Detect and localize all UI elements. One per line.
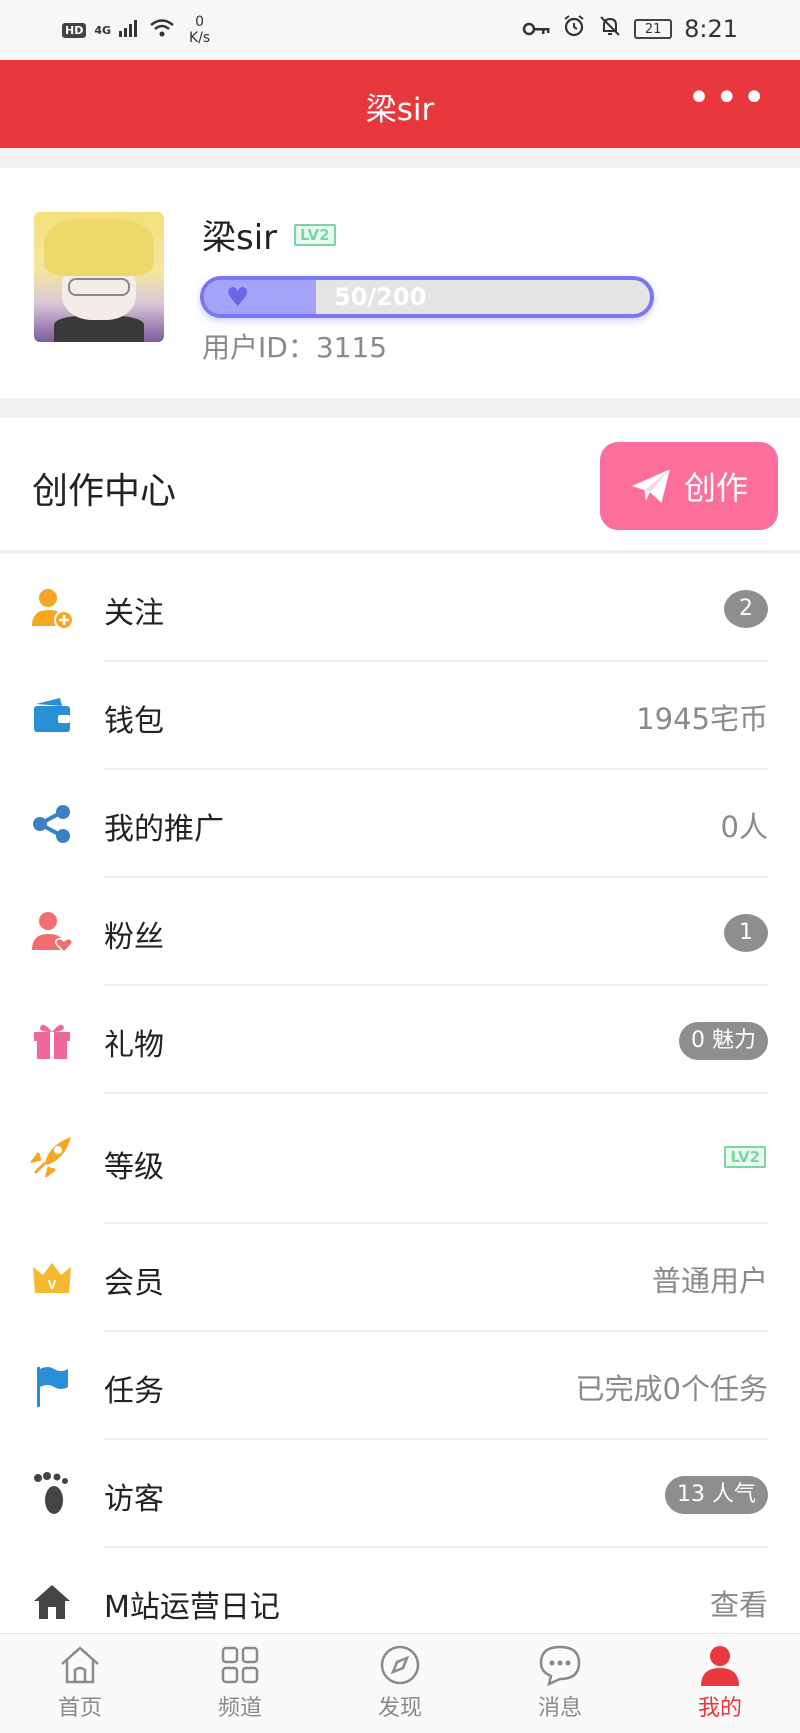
- tab-mine[interactable]: 我的: [640, 1634, 800, 1733]
- compass-icon: [380, 1645, 420, 1685]
- tab-label: 频道: [217, 1696, 262, 1721]
- app-header: 梁sir •••: [0, 60, 800, 148]
- experience-bar: ♥ 50/200: [200, 276, 654, 318]
- net-speed: 0 K/s: [189, 14, 210, 46]
- follow-count-badge: 2: [724, 590, 768, 628]
- tab-label: 我的: [697, 1696, 742, 1721]
- menu-item-label: 访客: [104, 1482, 164, 1517]
- tab-discover[interactable]: 发现: [320, 1634, 480, 1733]
- menu-item-level[interactable]: 等级 LV2: [0, 1094, 800, 1224]
- avatar-glasses-shape: [68, 278, 130, 296]
- tab-label: 首页: [57, 1696, 102, 1721]
- promotion-count: 0人: [720, 810, 768, 844]
- svg-text:V: V: [48, 1277, 57, 1292]
- membership-status: 普通用户: [651, 1264, 768, 1298]
- level-badge-small: LV2: [724, 1146, 766, 1168]
- experience-fill: [204, 280, 316, 314]
- flag-icon: [30, 1364, 74, 1408]
- hd-indicator: HD: [62, 22, 87, 38]
- key-icon: [522, 15, 550, 43]
- experience-text: 50/200: [334, 283, 427, 311]
- wallet-balance: 1945宅币: [636, 702, 768, 736]
- popularity-badge: 13 人气: [665, 1476, 768, 1514]
- level-badge: LV2: [294, 224, 336, 246]
- username: 梁sir: [202, 218, 278, 258]
- footprint-icon: [30, 1472, 74, 1516]
- menu-item-label: 粉丝: [104, 920, 164, 955]
- status-left: HD 4G 0 K/s: [62, 14, 210, 46]
- profile-card[interactable]: 梁sir LV2 ♥ 50/200 用户ID：3115: [0, 168, 800, 398]
- tab-home[interactable]: 首页: [0, 1634, 160, 1733]
- gift-icon: [30, 1018, 74, 1062]
- menu-item-membership[interactable]: V 会员 普通用户: [0, 1224, 800, 1332]
- home-tab-icon: [61, 1646, 99, 1684]
- tab-messages[interactable]: 消息: [480, 1634, 640, 1733]
- more-options-icon[interactable]: •••: [687, 78, 770, 118]
- tasks-status: 已完成0个任务: [575, 1372, 768, 1406]
- user-id: 用户ID：3115: [202, 331, 388, 364]
- menu-item-label: 会员: [104, 1266, 164, 1301]
- menu-item-follow[interactable]: 关注 2: [0, 554, 800, 662]
- user-plus-icon: [30, 586, 74, 630]
- alarm-icon: [562, 14, 586, 44]
- profile-icon: [701, 1646, 739, 1686]
- status-bar: HD 4G 0 K/s 21 8:21: [0, 0, 800, 60]
- wifi-icon: [149, 18, 175, 42]
- battery-indicator: 21: [634, 19, 673, 39]
- network-type: 4G: [94, 23, 112, 37]
- net-speed-unit: K/s: [189, 30, 211, 46]
- avatar[interactable]: [34, 212, 164, 342]
- grid-icon: [221, 1646, 259, 1684]
- rocket-icon: [30, 1134, 74, 1178]
- message-icon: [539, 1645, 581, 1687]
- menu-item-fans[interactable]: 粉丝 1: [0, 878, 800, 986]
- tab-label: 消息: [537, 1696, 582, 1721]
- menu-item-label: 等级: [104, 1150, 164, 1185]
- menu-item-promotion[interactable]: 我的推广 0人: [0, 770, 800, 878]
- crown-icon: V: [30, 1256, 74, 1300]
- creation-center: 创作中心 创作: [0, 418, 800, 552]
- fans-icon: [30, 910, 74, 954]
- paper-plane-icon: [632, 469, 670, 503]
- menu-item-label: 关注: [104, 596, 164, 631]
- wallet-icon: [30, 694, 74, 738]
- menu-item-label: 礼物: [104, 1028, 164, 1063]
- create-button-label: 创作: [683, 469, 748, 507]
- tab-channel[interactable]: 频道: [160, 1634, 320, 1733]
- home-icon: [30, 1580, 74, 1624]
- heart-icon: ♥: [226, 283, 250, 313]
- signal-icon: [119, 19, 141, 41]
- menu-list: 关注 2 钱包 1945宅币 我的推广 0人 粉丝 1 礼物 0 魅力 等级 L…: [0, 554, 800, 1656]
- share-icon: [30, 802, 74, 846]
- create-button[interactable]: 创作: [600, 442, 778, 530]
- clock: 8:21: [684, 15, 738, 43]
- avatar-hair-shape: [44, 218, 154, 276]
- status-right: 21 8:21: [522, 14, 738, 44]
- bottom-tab-bar: 首页 频道 发现 消息 我的: [0, 1633, 800, 1733]
- net-speed-value: 0: [195, 14, 205, 30]
- page-title: 梁sir: [365, 92, 435, 128]
- mute-bell-icon: [598, 14, 622, 44]
- creation-center-title: 创作中心: [32, 471, 177, 512]
- menu-item-label: M站运营日记: [104, 1590, 280, 1625]
- menu-item-tasks[interactable]: 任务 已完成0个任务: [0, 1332, 800, 1440]
- menu-item-wallet[interactable]: 钱包 1945宅币: [0, 662, 800, 770]
- menu-item-visitors[interactable]: 访客 13 人气: [0, 1440, 800, 1548]
- menu-item-label: 任务: [104, 1374, 164, 1409]
- menu-item-gift[interactable]: 礼物 0 魅力: [0, 986, 800, 1094]
- diary-view-link[interactable]: 查看: [710, 1582, 768, 1624]
- charm-badge: 0 魅力: [679, 1022, 768, 1060]
- menu-item-label: 我的推广: [104, 812, 224, 847]
- tab-label: 发现: [377, 1696, 422, 1721]
- menu-item-label: 钱包: [104, 704, 164, 739]
- fans-count-badge: 1: [724, 914, 768, 952]
